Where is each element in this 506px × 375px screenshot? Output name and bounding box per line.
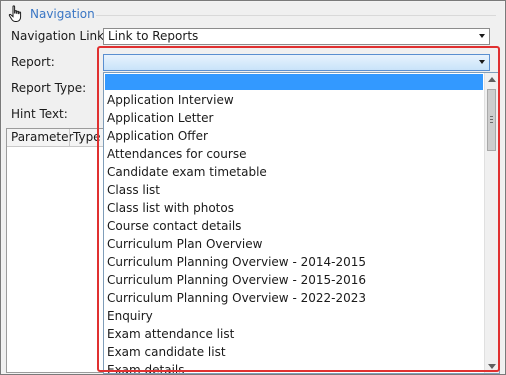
column-divider[interactable] <box>69 129 70 146</box>
dropdown-item[interactable]: Candidate exam timetable <box>107 163 267 181</box>
scroll-up-arrow-icon[interactable] <box>488 77 496 82</box>
report-dropdown-list[interactable]: Application Interview Application Letter… <box>103 72 500 374</box>
scroll-down-arrow-icon[interactable] <box>488 364 496 369</box>
navigation-group-header: Navigation <box>8 5 498 23</box>
dropdown-item[interactable]: Exam details <box>107 361 185 373</box>
thumb-grip <box>490 116 493 117</box>
window-frame: Navigation Navigation Link: Link to Repo… <box>0 0 506 375</box>
column-header-parameter[interactable]: Parameter <box>11 130 73 144</box>
navigation-panel: Navigation Navigation Link: Link to Repo… <box>2 2 504 374</box>
report-label: Report: <box>11 55 55 69</box>
dropdown-item[interactable]: Course contact details <box>107 217 241 235</box>
dropdown-item[interactable]: Exam attendance list <box>107 325 234 343</box>
dropdown-item[interactable]: Application Letter <box>107 109 213 127</box>
report-type-label: Report Type: <box>11 81 87 95</box>
thumb-grip <box>490 122 493 123</box>
dropdown-item[interactable]: Application Offer <box>107 127 208 145</box>
dropdown-item[interactable]: Class list <box>107 181 160 199</box>
thumb-grip <box>490 119 493 120</box>
dropdown-item[interactable]: Curriculum Planning Overview - 2014-2015 <box>107 253 366 271</box>
hand-pointer-icon <box>8 5 22 22</box>
column-header-type[interactable]: Type <box>73 130 101 144</box>
navigation-link-value: Link to Reports <box>108 29 199 43</box>
dropdown-item[interactable]: Attendances for course <box>107 145 246 163</box>
dropdown-item[interactable]: Exam candidate list <box>107 343 226 361</box>
dropdown-item[interactable]: Curriculum Plan Overview <box>107 235 262 253</box>
dropdown-item[interactable]: Class list with photos <box>107 199 234 217</box>
dropdown-item[interactable]: Application Interview <box>107 91 234 109</box>
group-divider <box>96 15 496 16</box>
chevron-down-icon[interactable] <box>479 34 485 38</box>
dropdown-scrollbar[interactable] <box>484 73 499 373</box>
dropdown-item[interactable]: Curriculum Planning Overview - 2022-2023 <box>107 289 366 307</box>
hint-text-label: Hint Text: <box>11 107 68 121</box>
dropdown-item[interactable]: Curriculum Planning Overview - 2015-2016 <box>107 271 366 289</box>
navigation-title: Navigation <box>30 7 95 21</box>
chevron-down-icon[interactable] <box>479 60 485 64</box>
report-combo[interactable] <box>103 54 490 71</box>
selected-item-highlight <box>105 74 483 90</box>
dropdown-item[interactable]: Enquiry <box>107 307 153 325</box>
parameters-table[interactable]: Parameter Type <box>6 128 106 373</box>
navigation-link-combo[interactable]: Link to Reports <box>103 28 490 45</box>
scrollbar-thumb[interactable] <box>487 89 496 151</box>
navigation-link-label: Navigation Link: <box>11 29 109 43</box>
parameters-table-header: Parameter Type <box>7 129 105 147</box>
